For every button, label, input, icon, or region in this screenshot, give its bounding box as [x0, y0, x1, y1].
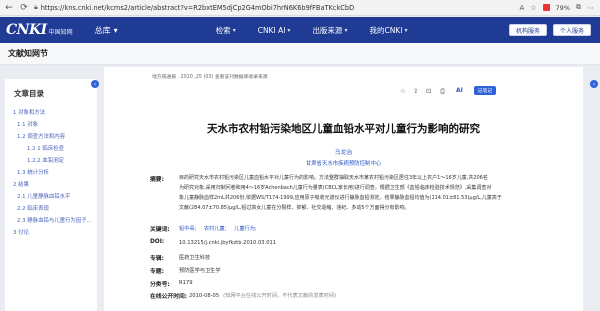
article-organization[interactable]: 甘肃省天水市疾病预防控制中心 [104, 159, 583, 167]
article-panel: 地方病通报 . 2010 ,25 (03) 查看该刊数据库收录来源 ☆ ⇪ ⊡ … [104, 67, 583, 311]
abstract-line: 为研究对象,采用归制问卷和用4～16岁Achenbach儿童行为量表(CBCL家… [179, 185, 492, 191]
chevron-down-icon: ▾ [344, 26, 348, 34]
take-note-button[interactable]: 记笔记 [474, 86, 496, 95]
home-label: 总库 [94, 25, 111, 35]
page-title: 文献知网节 [8, 49, 48, 58]
record-icon[interactable] [542, 4, 550, 11]
zoom-level: 79% [555, 3, 570, 12]
source-line[interactable]: 地方病通报 . 2010 ,25 (03) 查看该刊数据库收录来源 [152, 73, 268, 80]
toc-item[interactable]: 3 讨论 [5, 227, 97, 239]
subject-value: 预防医学与卫生学 [179, 268, 221, 274]
favorite-icon[interactable]: ☆ [400, 87, 406, 95]
keyword-link[interactable]: 儿童行为; [234, 226, 257, 232]
nav-search[interactable]: 检索 ▾ [216, 25, 236, 36]
share-icon[interactable]: ⇪ [413, 87, 418, 95]
abstract-label: 摘要: [150, 177, 164, 183]
doi-value[interactable]: 10.13215/j.cnki.jbyfkztb.2010.03.011 [179, 240, 276, 246]
favorite-icon[interactable]: ☆ [530, 4, 536, 12]
lock-icon: 🔒︎ [34, 3, 38, 11]
topic-label: 专辑: [150, 256, 164, 262]
chevron-down-icon: ▾ [113, 25, 118, 35]
toc-item[interactable]: 2.3 静脉血铅与儿童行为因子... [5, 215, 97, 227]
personal-service-button[interactable]: 个人服务 [552, 24, 591, 36]
address-bar[interactable]: 🔒︎ https://kns.cnki.net/kcms2/article/ab… [34, 2, 354, 13]
chevron-left-icon: ‹ [592, 80, 596, 88]
top-nav: 检索 ▾ CNKI AI ▾ 出版来源 ▾ 我的CNKI ▾ [216, 25, 408, 36]
pubdate-row: 2010-08-05 (知网平台在线公开时间，不代表文献的发表时间) [189, 292, 336, 299]
cnki-logo[interactable]: CNKI 中国知网 [6, 22, 73, 38]
url-text: https://kns.cnki.net/kcms2/article/abstr… [40, 3, 354, 12]
doi-label: DOI: [150, 239, 165, 245]
chevron-down-icon: ▾ [287, 26, 291, 34]
pubdate-note: (知网平台在线公开时间，不代表文献的发表时间) [223, 293, 337, 299]
toc-heading: 文章目录 [14, 89, 44, 98]
classno-value: R179 [179, 280, 193, 286]
more-icon[interactable]: ⋯ [587, 4, 594, 12]
logo-subtext: 中国知网 [48, 29, 73, 36]
ai-assistant-button[interactable]: AI [456, 87, 463, 94]
subject-label: 专题: [150, 269, 164, 275]
toc-item[interactable]: 2.1 儿童静脉血铅水平 [5, 191, 97, 203]
browser-toolbar: ← ⟳ 🔒︎ https://kns.cnki.net/kcms2/articl… [0, 0, 600, 16]
site-header: CNKI 中国知网 总库 ▾ 检索 ▾ CNKI AI ▾ 出版来源 ▾ 我的CNKI… [0, 17, 600, 43]
read-aloud-icon[interactable]: A [519, 4, 524, 12]
keywords-label: 关键词: [150, 227, 170, 233]
print-icon[interactable]: ⎙ [440, 87, 445, 96]
toc-panel: 文章目录 1 对象和方法 1.1 对象 1.2 调查方法和内容 1.2.1 临床… [5, 79, 97, 311]
toc-item[interactable]: 2.2 临床表现 [5, 203, 97, 215]
org-service-button[interactable]: 机构服务 [508, 24, 547, 36]
toc-item[interactable]: 1.3 统计分析 [5, 167, 97, 179]
nav-publication[interactable]: 出版来源 ▾ [312, 25, 347, 36]
pubdate-value: 2010-08-05 [189, 293, 220, 299]
cite-icon[interactable]: ⊡ [426, 87, 431, 95]
back-icon[interactable]: ← [3, 2, 15, 14]
nav-my-cnki[interactable]: 我的CNKI ▾ [369, 25, 407, 36]
keyword-link[interactable]: 铅中毒; [179, 226, 196, 232]
pubdate-label: 在线公开时间: [150, 294, 188, 300]
classno-label: 分类号: [150, 282, 170, 288]
article-title: 天水市农村铅污染地区儿童血铅水平对儿童行为影响的研究 [207, 123, 480, 135]
toc-item[interactable]: 1.2.1 临床检查 [5, 143, 97, 155]
article-toolbar: ☆ ⇪ ⊡ ⎙ AI 记笔记 [104, 86, 583, 101]
toc-item[interactable]: 2 结果 [5, 179, 97, 191]
keywords-list: 铅中毒; 农村儿童; 儿童行为; [179, 225, 263, 232]
extensions-icon[interactable]: ⧉ [576, 3, 581, 12]
toc-item[interactable]: 1.2 调查方法和内容 [5, 131, 97, 143]
reload-icon[interactable]: ⟳ [18, 2, 30, 14]
toc-item[interactable]: 1 对象和方法 [5, 107, 97, 119]
logo-text: CNKI [6, 22, 47, 38]
article-author[interactable]: 马龙治 [104, 147, 583, 156]
page-subbar: 文献知网节 [0, 43, 600, 65]
toc-collapse-button[interactable]: ‹ [91, 80, 99, 88]
keyword-link[interactable]: 农村儿童; [204, 226, 227, 232]
right-panel-toggle[interactable]: ‹ [590, 80, 598, 88]
toc-item[interactable]: 1.1 对象 [5, 119, 97, 131]
abstract-line: 目的研究天水市农村铅污染区儿童血铅水平对儿童行为的影响。方法整群抽取天水市某农村… [179, 175, 488, 181]
chevron-down-icon: ▾ [232, 26, 236, 34]
abstract-line: 文献(284.07±70.85)μg/L,铅过高女儿童在分裂样、抑郁、社交退缩、… [179, 205, 410, 211]
home-dropdown[interactable]: 总库 ▾ [95, 25, 118, 36]
chevron-left-icon: ‹ [93, 80, 97, 88]
chevron-down-icon: ▾ [404, 26, 408, 34]
nav-cnki-ai[interactable]: CNKI AI ▾ [258, 25, 291, 36]
topic-value: 医药卫生科技 [179, 255, 211, 261]
abstract-line: 象儿童静脉血样2mL共206份,依据WS/T174-1999,应用原子吸收光谱仪… [179, 195, 502, 201]
abstract-text: 目的研究天水市农村铅污染区儿童血铅水平对儿童行为的影响。方法整群抽取天水市某农村… [179, 173, 529, 213]
toc-item[interactable]: 1.2.2 血铅测定 [5, 155, 97, 167]
